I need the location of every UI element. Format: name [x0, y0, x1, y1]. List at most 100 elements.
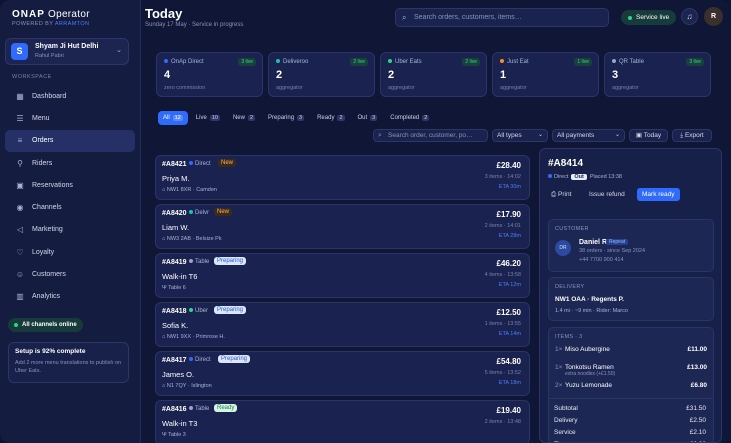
- avatar[interactable]: R: [704, 7, 723, 26]
- order-items: 5 items · 13:52: [484, 370, 521, 376]
- placed-time: Placed 13:38: [589, 174, 622, 180]
- setup-card[interactable]: Setup is 92% complete Add 2 more menu tr…: [8, 342, 129, 383]
- sidebar-item-menu[interactable]: ☰ Menu: [5, 107, 135, 129]
- print-label: Print: [558, 191, 572, 198]
- total-label: Service: [554, 429, 576, 436]
- channel-label: Table: [195, 406, 210, 412]
- live-count-badge: 2 live: [350, 58, 368, 66]
- issue-refund-button[interactable]: Issue refund: [586, 188, 628, 201]
- filter-label: Preparing: [268, 115, 295, 121]
- channel-dot: [276, 59, 280, 63]
- store-switcher[interactable]: S Shyam Ji Hut Delhi Rahul Pabri ⌄: [5, 38, 129, 65]
- powered-by-name: ARRAMTON: [54, 21, 90, 27]
- order-card[interactable]: #A8421 Direct New Priya M. ⌂ NW1 8XR · Camde…: [155, 155, 530, 200]
- order-address: ⌂ N1 7QY · Islington: [162, 383, 212, 389]
- live-count-badge: 2 live: [462, 58, 480, 66]
- order-search-placeholder: Search order, customer, po…: [388, 132, 473, 139]
- today-button[interactable]: ▣ Today: [629, 129, 668, 142]
- order-card[interactable]: #A8419 Table Preparing Walk-in T6 Ψ Table 6 £…: [155, 253, 530, 298]
- brand: ONAP Operator POWERED BY ARRAMTON: [12, 9, 90, 27]
- address-label: N1 7QY · Islington: [166, 383, 212, 389]
- customer-heading: CUSTOMER: [555, 226, 589, 232]
- order-items: 1 items · 13:55: [484, 321, 521, 327]
- app-window: ONAP Operator POWERED BY ARRAMTON S Shya…: [0, 0, 731, 443]
- order-price: £46.20: [496, 259, 521, 268]
- item-row: 1× Miso Aubergine £11.00: [555, 346, 707, 353]
- header: Today Sunday 17 May · Service in progres…: [141, 0, 731, 38]
- filter-count: 2: [337, 115, 345, 121]
- item-price: £11.00: [687, 346, 707, 353]
- sidebar-item-marketing[interactable]: ◁ Marketing: [5, 219, 135, 241]
- sidebar-item-label: Channels: [32, 204, 62, 212]
- print-button[interactable]: ⎙ Print: [548, 188, 574, 201]
- channel-stat-card[interactable]: OnAp Direct 3 live 4 zero commission: [156, 52, 263, 97]
- service-live-toggle[interactable]: Service live: [621, 10, 677, 25]
- filter-tab-preparing[interactable]: Preparing 3: [263, 111, 309, 125]
- channel-name: Uber Eats: [388, 59, 422, 65]
- item-qty: 1×: [555, 346, 563, 353]
- filter-tab-out[interactable]: Out 3: [353, 111, 383, 125]
- types-dropdown[interactable]: All types ⌄: [492, 129, 548, 142]
- sidebar-item-dashboard[interactable]: ▦ Dashboard: [5, 85, 135, 107]
- filter-tab-ready[interactable]: Ready 2: [312, 111, 349, 125]
- item-price: £13.00: [687, 364, 707, 371]
- customer-name: Walk-in T3: [162, 419, 198, 428]
- heart-icon: ♡: [16, 247, 24, 257]
- channel-dot: [164, 59, 168, 63]
- order-price: £17.90: [496, 210, 521, 219]
- order-card[interactable]: #A8418 Uber Preparing Sofia K. ⌂ NW1 9XX · P…: [155, 302, 530, 347]
- address-label: Table 6: [168, 285, 186, 291]
- customer-phone[interactable]: +44 7700 900 414: [579, 257, 624, 263]
- global-search-input[interactable]: ⌕ Search orders, customers, items…: [395, 8, 609, 27]
- channel-subtitle: aggregator: [388, 85, 415, 91]
- order-search-input[interactable]: ⌕ Search order, customer, po…: [373, 129, 488, 142]
- filter-tab-live[interactable]: Live 10: [191, 111, 225, 125]
- filter-tab-new[interactable]: New 2: [228, 111, 260, 125]
- filter-tab-all[interactable]: All 12: [158, 111, 188, 125]
- channel-label: Just Eat: [507, 59, 529, 65]
- sidebar-item-label: Dashboard: [32, 92, 67, 100]
- channel-stat-card[interactable]: Just Eat 1 live 1 aggregator: [492, 52, 599, 97]
- sidebar-item-label: Marketing: [32, 226, 63, 234]
- channel-stat-card[interactable]: Deliveroo 2 live 2 aggregator: [268, 52, 375, 97]
- sidebar-item-label: Menu: [32, 114, 50, 122]
- online-label: All channels online: [22, 322, 77, 328]
- channel-dot: [189, 210, 193, 214]
- payments-dropdown[interactable]: All payments ⌄: [552, 129, 625, 142]
- channel-label: Table: [195, 259, 210, 265]
- sidebar-nav: ▦ Dashboard ☰ Menu ≡ Orders ⚲ Riders ▣ Reservatio…: [5, 85, 135, 308]
- channel-stat-card[interactable]: Uber Eats 2 live 2 aggregator: [380, 52, 487, 97]
- status-dot: [14, 323, 18, 327]
- item-row: 2× Yuzu Lemonade £6.80: [555, 382, 707, 389]
- total-value: £31.50: [686, 405, 706, 412]
- live-count-badge: 3 live: [238, 58, 256, 66]
- sidebar-item-riders[interactable]: ⚲ Riders: [5, 152, 135, 174]
- brand-logo: ONAP: [12, 9, 45, 20]
- channel-dot: [189, 259, 193, 263]
- channel-stat-card[interactable]: QR Table 3 live 3 aggregator: [604, 52, 711, 97]
- sidebar-item-channels[interactable]: ◉ Channels: [5, 196, 135, 218]
- chevron-down-icon: ⌄: [537, 132, 543, 138]
- customer-name: Walk-in T6: [162, 272, 198, 281]
- channel-order-count: 3: [612, 69, 619, 81]
- export-button[interactable]: ⤓ Export: [672, 129, 712, 142]
- filter-label: Out: [357, 115, 368, 121]
- sidebar-item-reservations[interactable]: ▣ Reservations: [5, 174, 135, 196]
- order-card[interactable]: #A8416 Table Ready Walk-in T3 Ψ Table 3 £19.4…: [155, 400, 530, 443]
- channel-name: QR Table: [612, 59, 644, 65]
- sidebar-item-analytics[interactable]: ▥ Analytics: [5, 286, 135, 308]
- order-card[interactable]: #A8417 Direct Preparing James O. ⌂ N1 7QY · …: [155, 351, 530, 396]
- customer-stats: 38 orders · since Sep 2024: [579, 248, 646, 254]
- sidebar-item-orders[interactable]: ≡ Orders: [5, 129, 135, 152]
- order-card[interactable]: #A8420 Delvr New Liam W. ⌂ NW3 2AB · Belsize…: [155, 204, 530, 249]
- menu-icon: ☰: [16, 113, 24, 123]
- order-items: 4 items · 13:58: [484, 272, 521, 278]
- order-channel: Delvr: [189, 210, 209, 216]
- order-items: 2 items · 14:01: [484, 223, 521, 229]
- sidebar-item-loyalty[interactable]: ♡ Loyalty: [5, 241, 135, 263]
- filter-tab-completed[interactable]: Completed 2: [385, 111, 434, 125]
- sidebar-item-customers[interactable]: ☺ Customers: [5, 263, 135, 285]
- mark-ready-button[interactable]: Mark ready: [637, 188, 680, 201]
- bell-icon[interactable]: ♫: [681, 8, 698, 25]
- order-channel: Table: [189, 259, 209, 265]
